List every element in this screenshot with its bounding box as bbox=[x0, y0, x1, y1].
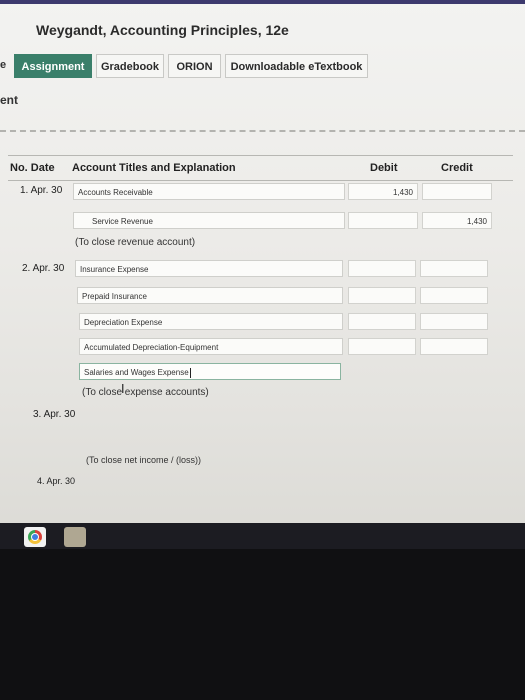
entry-1-credit-2[interactable]: 1,430 bbox=[422, 212, 492, 229]
tab-downloadable-etextbook[interactable]: Downloadable eTextbook bbox=[225, 54, 368, 78]
entry-2-explanation: (To close expense accounts) bbox=[82, 387, 209, 398]
tab-left-stub: e bbox=[0, 59, 7, 71]
entry-2-account-4[interactable]: Accumulated Depreciation-Equipment bbox=[79, 338, 343, 355]
entry-1-debit-1[interactable]: 1,430 bbox=[348, 183, 418, 200]
entry-3-label: 3. Apr. 30 bbox=[33, 409, 76, 420]
browser-screen: Weygandt, Accounting Principles, 12e e A… bbox=[0, 0, 525, 535]
tab-bar: e Assignment Gradebook ORION Downloadabl… bbox=[0, 52, 525, 80]
entry-1-label: 1. Apr. 30 bbox=[20, 185, 63, 196]
entry-2-account-3[interactable]: Depreciation Expense bbox=[79, 313, 343, 330]
entry-4-label: 4. Apr. 30 bbox=[37, 476, 76, 486]
entry-2-account-1[interactable]: Insurance Expense bbox=[75, 260, 343, 277]
chrome-center bbox=[32, 534, 38, 540]
entry-2-account-5[interactable]: Salaries and Wages Expense bbox=[79, 363, 341, 380]
entry-1-debit-2[interactable] bbox=[348, 212, 418, 229]
entry-2-credit-3[interactable] bbox=[420, 313, 488, 330]
section-heading-stub: ent bbox=[0, 93, 18, 107]
entry-2-debit-4[interactable] bbox=[348, 338, 416, 355]
page-title: Weygandt, Accounting Principles, 12e bbox=[36, 22, 289, 38]
entry-2-credit-1[interactable] bbox=[420, 260, 488, 277]
chrome-icon[interactable] bbox=[24, 527, 46, 547]
top-accent-bar bbox=[0, 0, 525, 4]
entry-2-account-2[interactable]: Prepaid Insurance bbox=[77, 287, 343, 304]
entry-2-credit-2[interactable] bbox=[420, 287, 488, 304]
entry-2-label: 2. Apr. 30 bbox=[22, 263, 65, 274]
entry-1-credit-1[interactable] bbox=[422, 183, 492, 200]
entry-1-account-2[interactable]: Service Revenue bbox=[73, 212, 345, 229]
divider bbox=[0, 130, 525, 132]
entry-2-debit-1[interactable] bbox=[348, 260, 416, 277]
header-credit: Credit bbox=[441, 162, 473, 174]
entry-1-explanation: (To close revenue account) bbox=[75, 237, 196, 248]
entry-2-debit-2[interactable] bbox=[348, 287, 416, 304]
entry-2-account-5-text: Salaries and Wages Expense bbox=[84, 368, 189, 377]
header-no-date: No. Date bbox=[10, 162, 55, 174]
entry-2-credit-4[interactable] bbox=[420, 338, 488, 355]
tab-gradebook[interactable]: Gradebook bbox=[96, 54, 164, 78]
entry-3-explanation: (To close net income / (loss)) bbox=[86, 455, 202, 465]
header-debit: Debit bbox=[370, 162, 398, 174]
journal-table-header: No. Date Account Titles and Explanation … bbox=[8, 155, 513, 181]
text-cursor bbox=[189, 367, 191, 378]
entry-2-debit-3[interactable] bbox=[348, 313, 416, 330]
app-icon[interactable] bbox=[64, 527, 86, 547]
header-account: Account Titles and Explanation bbox=[72, 162, 236, 174]
ibeam-cursor-icon: I bbox=[121, 382, 125, 396]
entry-1-account-1[interactable]: Accounts Receivable bbox=[73, 183, 345, 200]
tab-orion[interactable]: ORION bbox=[168, 54, 221, 78]
monitor-bezel bbox=[0, 549, 525, 700]
tab-assignment[interactable]: Assignment bbox=[14, 54, 92, 78]
